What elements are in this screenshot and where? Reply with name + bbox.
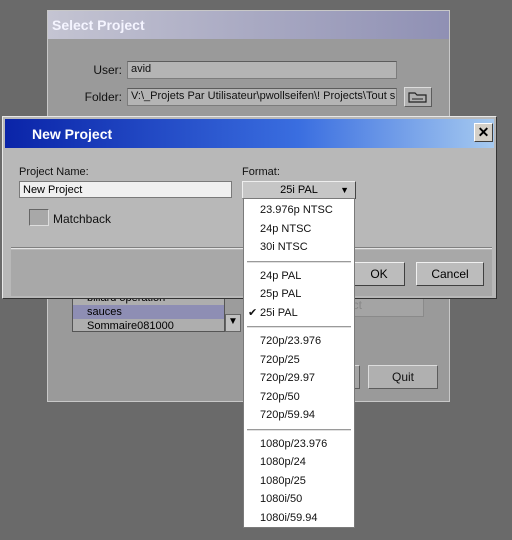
format-option[interactable]: 23.976p NTSC bbox=[244, 201, 354, 219]
format-option-label: 1080p/25 bbox=[260, 474, 306, 487]
close-icon[interactable]: ✕ bbox=[474, 123, 493, 142]
format-option-label: 720p/23.976 bbox=[260, 335, 322, 347]
format-option-label: 1080p/24 bbox=[260, 456, 306, 468]
format-option[interactable]: 720p/59.94 bbox=[244, 406, 354, 424]
format-option-label: 720p/29.97 bbox=[260, 372, 316, 384]
user-label: User: bbox=[93, 63, 122, 77]
format-option-label: 720p/25 bbox=[260, 353, 300, 366]
format-option-label: 1080i/50 bbox=[260, 493, 303, 505]
browse-folder-button[interactable] bbox=[404, 87, 432, 107]
format-option-label: 720p/59.94 bbox=[260, 409, 316, 421]
matchback-label: Matchback bbox=[53, 212, 112, 226]
chevron-down-icon: ▼ bbox=[340, 185, 349, 195]
format-label: Format: bbox=[242, 166, 280, 178]
format-select-value: 25i PAL bbox=[280, 184, 318, 196]
select-project-titlebar[interactable]: Select Project bbox=[48, 11, 449, 39]
format-option-label: 30i NTSC bbox=[260, 241, 308, 253]
format-option-label: 1080p/23.976 bbox=[260, 437, 328, 450]
format-option[interactable]: 720p/23.976 bbox=[244, 332, 354, 350]
scroll-down-arrow-icon[interactable]: ▼ bbox=[225, 314, 241, 332]
format-option[interactable]: 30i NTSC bbox=[244, 238, 354, 256]
ok-button[interactable]: OK bbox=[353, 262, 405, 286]
folder-label: Folder: bbox=[84, 90, 122, 104]
project-list-scrollbar[interactable]: ▼ bbox=[224, 296, 241, 332]
user-field[interactable]: avid bbox=[127, 61, 397, 79]
format-option[interactable]: 1080p/23.976 bbox=[244, 435, 354, 453]
new-project-title: New Project bbox=[32, 126, 113, 142]
format-option[interactable]: 24p PAL bbox=[244, 267, 354, 285]
format-option-label: 25i PAL bbox=[260, 306, 298, 319]
menu-separator bbox=[247, 428, 351, 431]
format-option[interactable]: 720p/50 bbox=[244, 388, 354, 406]
format-option[interactable]: 1080p/25 bbox=[244, 472, 354, 490]
format-option-label: 23.976p NTSC bbox=[260, 204, 333, 216]
format-option[interactable]: 1080p/24 bbox=[244, 453, 354, 471]
format-option-label: 25p PAL bbox=[260, 288, 302, 300]
format-option[interactable]: ✔ 25i PAL bbox=[244, 304, 354, 322]
cancel-button[interactable]: Cancel bbox=[416, 262, 484, 286]
menu-separator bbox=[247, 260, 351, 263]
format-option[interactable]: 1080i/50 bbox=[244, 490, 354, 508]
project-list[interactable]: billard operation sauces Sommaire081000 bbox=[72, 296, 240, 332]
format-option[interactable]: 720p/25 bbox=[244, 351, 354, 369]
folder-icon bbox=[408, 92, 427, 103]
format-option[interactable]: 25p PAL bbox=[244, 285, 354, 303]
format-option-label: 720p/50 bbox=[260, 390, 300, 403]
format-option-label: 24p PAL bbox=[260, 269, 302, 282]
menu-separator bbox=[247, 326, 351, 328]
new-project-titlebar[interactable]: New Project ✕ bbox=[5, 119, 494, 148]
format-option-label: 24p NTSC bbox=[260, 222, 312, 235]
format-select[interactable]: 25i PAL ▼ bbox=[242, 181, 356, 199]
checkmark-icon: ✔ bbox=[248, 306, 258, 319]
format-option[interactable]: 24p NTSC bbox=[244, 220, 354, 238]
project-name-input[interactable] bbox=[19, 181, 232, 198]
quit-button[interactable]: Quit bbox=[368, 365, 438, 389]
folder-field[interactable]: V:\_Projets Par Utilisateur\pwollseifen\… bbox=[127, 88, 397, 106]
format-option[interactable]: 1080i/59.94 bbox=[244, 509, 354, 527]
matchback-checkbox[interactable] bbox=[29, 209, 49, 226]
format-dropdown-menu: 23.976p NTSC 24p NTSC 30i NTSC 24p PAL 25p P… bbox=[243, 198, 355, 528]
format-option[interactable]: 720p/29.97 bbox=[244, 369, 354, 387]
project-name-label: Project Name: bbox=[19, 166, 89, 178]
project-list-item-selected[interactable]: sauces bbox=[73, 305, 239, 319]
select-project-title: Select Project bbox=[52, 17, 145, 33]
format-option-label: 1080i/59.94 bbox=[260, 511, 318, 524]
project-list-item[interactable]: Sommaire081000 bbox=[73, 319, 239, 331]
